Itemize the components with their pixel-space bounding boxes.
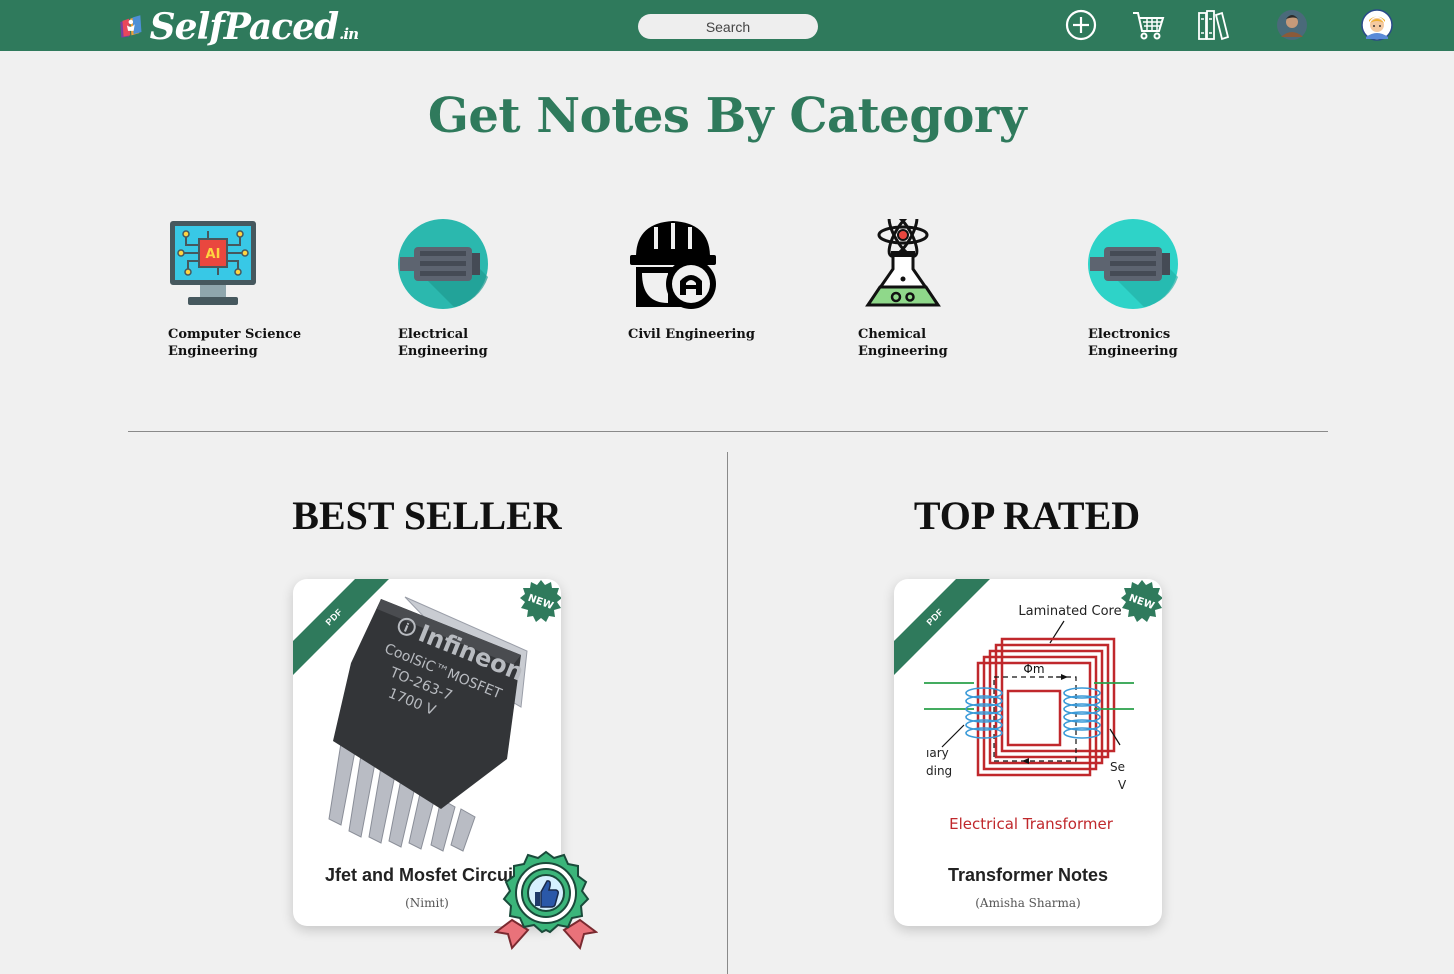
book-logo-icon <box>120 15 142 38</box>
user-avatar <box>1277 10 1307 40</box>
cart-button[interactable] <box>1131 8 1165 42</box>
top-navbar: SelfPaced.in <box>0 0 1454 51</box>
profile-avatar <box>1361 9 1393 41</box>
user-avatar-button[interactable] <box>1275 8 1309 42</box>
core-label-text: Laminated Core <box>1018 604 1121 619</box>
best-seller-heading: BEST SELLER <box>292 493 562 538</box>
category-electrical[interactable]: Electrical Engineering <box>398 219 598 360</box>
new-badge-icon: NEW <box>1121 580 1162 622</box>
note-title: Transformer Notes <box>947 865 1109 885</box>
ai-monitor-icon: AI <box>170 221 256 305</box>
primary-label-2: ding <box>926 764 952 778</box>
top-rated-heading: TOP RATED <box>913 493 1141 538</box>
category-chemical[interactable]: Chemical Engineering <box>858 219 1058 360</box>
cart-icon <box>1133 12 1165 40</box>
column-divider <box>727 452 728 974</box>
category-label: Electrical Engineering <box>398 327 488 359</box>
secondary-label-1: Se <box>1110 760 1125 774</box>
mosfet-image: i Infineon CoolSiC™MOSFET TO-263-7 1700 … <box>328 596 528 852</box>
award-thumbs-up-icon <box>494 850 598 951</box>
page-title: Get Notes By Category <box>427 88 1027 144</box>
category-computer-science[interactable]: AI Computer Science Engineering <box>168 219 368 360</box>
flux-label-text: Φm <box>1023 662 1044 676</box>
category-electronics[interactable]: Electronics Engineering <box>1088 219 1288 360</box>
logo-domain: .in <box>339 25 359 43</box>
search-input[interactable] <box>638 14 818 39</box>
category-label: Chemical Engineering <box>858 327 948 359</box>
category-civil[interactable]: Civil Engineering <box>628 219 828 343</box>
svg-text:AI: AI <box>206 247 221 262</box>
motor-icon <box>1088 219 1178 309</box>
transformer-image: Laminated Core Φm ıary ding Se V Electri… <box>924 604 1134 833</box>
site-logo[interactable]: SelfPaced.in <box>118 4 359 50</box>
profile-button[interactable] <box>1360 8 1394 42</box>
library-button[interactable] <box>1196 8 1230 42</box>
transformer-caption: Electrical Transformer <box>949 815 1114 833</box>
motor-icon <box>398 219 488 309</box>
flask-icon <box>865 219 941 307</box>
library-icon <box>1198 10 1230 41</box>
category-label: Computer Science Engineering <box>168 327 302 359</box>
add-note-button[interactable] <box>1064 8 1098 42</box>
primary-label-1: ıary <box>926 746 949 760</box>
note-author: (Amisha Sharma) <box>975 896 1081 910</box>
helmet-icon <box>630 221 716 309</box>
section-divider <box>128 431 1328 432</box>
secondary-label-2: V <box>1118 778 1127 792</box>
top-rated-card[interactable]: Laminated Core Φm ıary ding Se V Electri… <box>894 579 1162 926</box>
add-circle-icon <box>1065 9 1097 41</box>
category-label: Electronics Engineering <box>1088 327 1178 359</box>
logo-text: SelfPaced <box>149 6 339 48</box>
new-badge-icon: NEW <box>520 580 561 622</box>
category-label: Civil Engineering <box>628 327 755 342</box>
